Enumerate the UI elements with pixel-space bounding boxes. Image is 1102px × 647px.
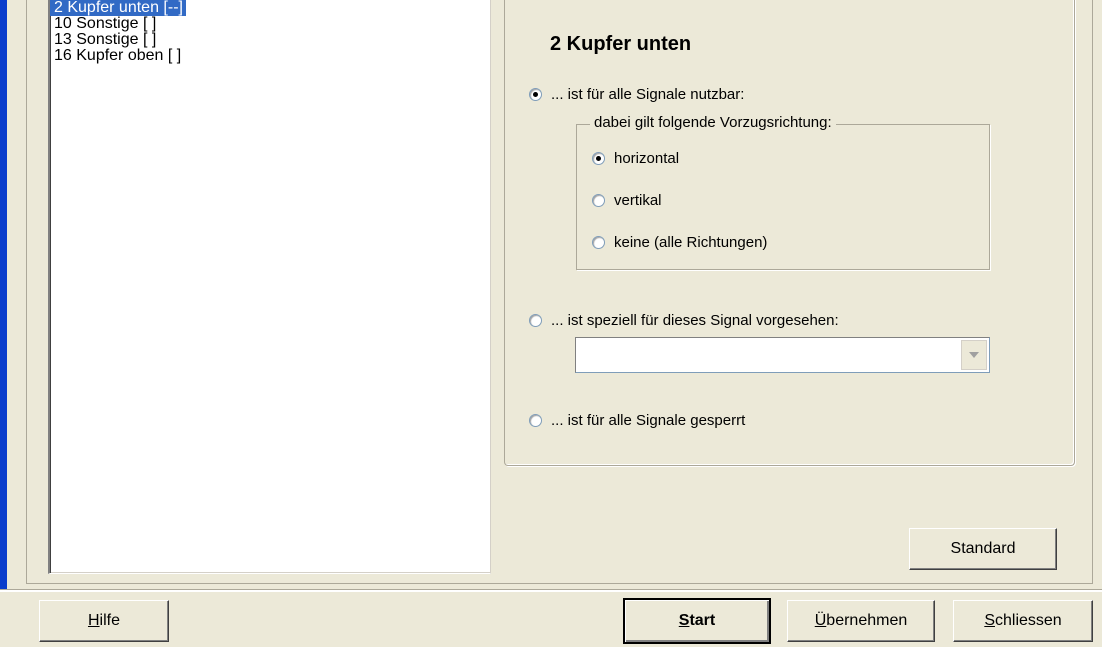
list-item[interactable]: 10 Sonstige [ ] xyxy=(50,16,490,32)
standard-button-label: Standard xyxy=(950,540,1016,557)
detail-title: 2 Kupfer unten xyxy=(550,33,692,55)
start-button[interactable]: Start xyxy=(623,598,771,644)
radio-vertical-label: vertikal xyxy=(614,192,662,209)
start-button-label: Start xyxy=(678,612,716,629)
separator xyxy=(0,589,1102,592)
standard-button[interactable]: Standard xyxy=(909,528,1057,570)
chevron-down-icon xyxy=(969,352,979,358)
radio-special-signal[interactable]: ... ist speziell für dieses Signal vorge… xyxy=(529,312,839,329)
list-item[interactable]: 2 Kupfer unten [--] xyxy=(50,0,186,16)
apply-button[interactable]: Übernehmen xyxy=(787,600,935,642)
radio-unchecked-icon[interactable] xyxy=(529,314,542,327)
radio-checked-icon[interactable] xyxy=(592,152,605,165)
radio-all-signals[interactable]: ... ist für alle Signale nutzbar: xyxy=(529,86,744,103)
radio-special-signal-label: ... ist speziell für dieses Signal vorge… xyxy=(551,312,839,329)
radio-no-direction[interactable]: keine (alle Richtungen) xyxy=(592,234,767,251)
radio-blocked[interactable]: ... ist für alle Signale gesperrt xyxy=(529,412,745,429)
signal-select[interactable] xyxy=(575,337,990,373)
dropdown-button[interactable] xyxy=(961,340,987,370)
list-item[interactable]: 16 Kupfer oben [ ] xyxy=(50,48,490,64)
radio-blocked-label: ... ist für alle Signale gesperrt xyxy=(551,412,746,429)
radio-horizontal-label: horizontal xyxy=(614,150,680,167)
radio-all-signals-label: ... ist für alle Signale nutzbar: xyxy=(551,86,745,103)
close-button[interactable]: Schliessen xyxy=(953,600,1093,642)
list-item[interactable]: 13 Sonstige [ ] xyxy=(50,32,490,48)
radio-vertical[interactable]: vertikal xyxy=(592,192,662,209)
radio-unchecked-icon[interactable] xyxy=(592,194,605,207)
close-button-label: Schliessen xyxy=(984,612,1062,629)
radio-horizontal[interactable]: horizontal xyxy=(592,150,679,167)
apply-button-label: Übernehmen xyxy=(814,612,908,629)
direction-group-label: dabei gilt folgende Vorzugsrichtung: xyxy=(590,114,836,131)
radio-checked-icon[interactable] xyxy=(529,88,542,101)
layer-list[interactable]: 2 Kupfer unten [--] 10 Sonstige [ ] 13 S… xyxy=(48,0,491,574)
help-button-label: Hilfe xyxy=(87,612,120,629)
help-button[interactable]: Hilfe xyxy=(39,600,169,642)
window-left-edge xyxy=(0,0,7,590)
radio-unchecked-icon[interactable] xyxy=(529,414,542,427)
radio-unchecked-icon[interactable] xyxy=(592,236,605,249)
radio-no-direction-label: keine (alle Richtungen) xyxy=(614,234,768,251)
